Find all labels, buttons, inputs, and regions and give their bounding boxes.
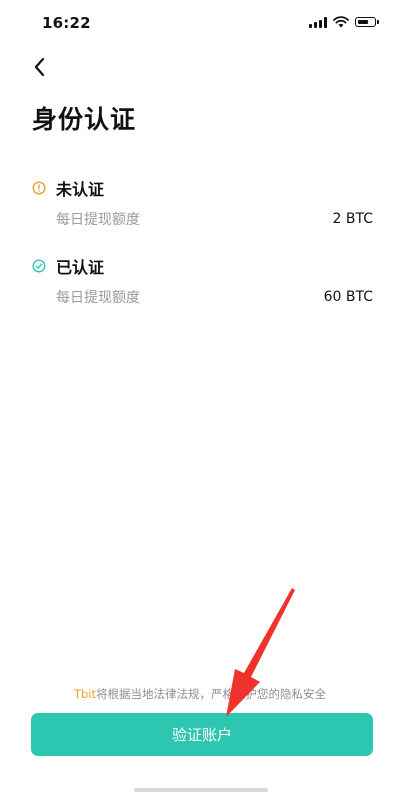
level-unverified: 未认证 每日提现额度 2 BTC — [32, 177, 373, 229]
wifi-icon — [333, 16, 349, 28]
identity-verification-screen: 16:22 身份认证 未认证 每日提现额度 2 BTC 已认证 每日提现额度 6… — [0, 0, 400, 793]
status-icons — [309, 16, 379, 28]
back-button[interactable] — [24, 52, 54, 82]
signal-icon — [309, 16, 327, 28]
level-status: 未认证 — [56, 180, 105, 199]
privacy-note: Tbit将根据当地法律法规，严格保护您的隐私安全 — [0, 686, 400, 702]
verify-account-button[interactable]: 验证账户 — [31, 713, 373, 756]
status-time: 16:22 — [42, 14, 91, 32]
battery-icon — [355, 17, 379, 27]
limit-label: 每日提现额度 — [56, 212, 140, 228]
level-status: 已认证 — [56, 258, 105, 277]
level-limit-row: 每日提现额度 60 BTC — [32, 287, 373, 307]
limit-label: 每日提现额度 — [56, 290, 140, 306]
level-verified: 已认证 每日提现额度 60 BTC — [32, 255, 373, 307]
limit-value: 2 BTC — [332, 211, 373, 227]
level-limit-row: 每日提现额度 2 BTC — [32, 209, 373, 229]
level-head: 未认证 — [32, 177, 373, 199]
check-circle-icon — [32, 259, 46, 273]
page-title: 身份认证 — [32, 105, 137, 134]
alert-circle-icon — [32, 181, 46, 195]
privacy-text: 将根据当地法律法规，严格保护您的隐私安全 — [96, 687, 327, 701]
status-bar: 16:22 — [0, 0, 400, 48]
chevron-left-icon — [34, 57, 45, 77]
brand-name: Tbit — [73, 687, 97, 701]
limit-value: 60 BTC — [323, 289, 373, 305]
home-indicator — [134, 788, 268, 792]
level-head: 已认证 — [32, 255, 373, 277]
